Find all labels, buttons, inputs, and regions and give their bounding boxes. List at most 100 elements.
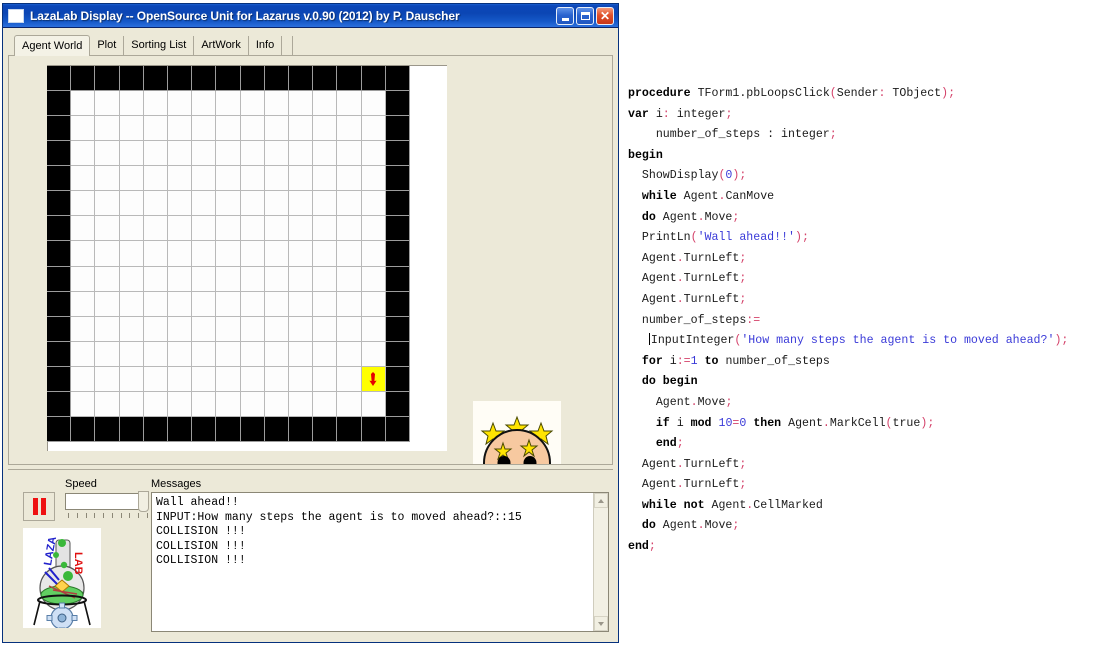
grid-cell[interactable] xyxy=(216,366,241,392)
grid-cell-wall[interactable] xyxy=(216,66,241,92)
grid-cell[interactable] xyxy=(313,116,338,142)
grid-cell[interactable] xyxy=(119,266,144,292)
grid-cell[interactable] xyxy=(264,241,289,267)
grid-cell[interactable] xyxy=(95,91,120,117)
grid-cell[interactable] xyxy=(361,141,386,167)
grid-cell-wall[interactable] xyxy=(385,316,410,342)
grid-cell-wall[interactable] xyxy=(264,66,289,92)
grid-cell-wall[interactable] xyxy=(192,66,217,92)
grid-cell[interactable] xyxy=(313,366,338,392)
grid-cell[interactable] xyxy=(361,241,386,267)
grid-cell[interactable] xyxy=(289,116,314,142)
tab-agent-world[interactable]: Agent World xyxy=(14,35,91,56)
grid-cell[interactable] xyxy=(143,141,168,167)
grid-cell[interactable] xyxy=(119,391,144,417)
grid-cell-wall[interactable] xyxy=(119,416,144,442)
grid-cell-wall[interactable] xyxy=(47,341,72,367)
grid-cell[interactable] xyxy=(361,341,386,367)
grid-cell[interactable] xyxy=(71,191,96,217)
grid-cell[interactable] xyxy=(313,141,338,167)
grid-cell[interactable] xyxy=(240,166,265,192)
grid-cell[interactable] xyxy=(71,241,96,267)
grid-cell[interactable] xyxy=(264,191,289,217)
grid-cell[interactable] xyxy=(119,116,144,142)
grid-cell[interactable] xyxy=(337,341,362,367)
grid-cell[interactable] xyxy=(168,166,193,192)
grid-cell[interactable] xyxy=(71,291,96,317)
grid-cell[interactable] xyxy=(313,341,338,367)
grid-cell[interactable] xyxy=(95,316,120,342)
grid-cell[interactable] xyxy=(240,216,265,242)
grid-cell-wall[interactable] xyxy=(385,191,410,217)
grid-cell-wall[interactable] xyxy=(264,416,289,442)
grid-cell-wall[interactable] xyxy=(47,116,72,142)
grid-cell[interactable] xyxy=(216,291,241,317)
grid-cell[interactable] xyxy=(95,266,120,292)
grid-cell[interactable] xyxy=(313,166,338,192)
grid-cell[interactable] xyxy=(95,166,120,192)
grid-cell[interactable] xyxy=(337,191,362,217)
grid-cell[interactable] xyxy=(313,391,338,417)
messages-scrollbar[interactable] xyxy=(593,493,608,631)
grid-cell[interactable] xyxy=(313,241,338,267)
grid-cell[interactable] xyxy=(71,266,96,292)
grid-cell[interactable] xyxy=(216,241,241,267)
grid-cell[interactable] xyxy=(95,191,120,217)
grid-cell-wall[interactable] xyxy=(240,66,265,92)
grid-cell-wall[interactable] xyxy=(143,416,168,442)
grid-cell[interactable] xyxy=(168,116,193,142)
grid-cell[interactable] xyxy=(71,116,96,142)
grid-cell[interactable] xyxy=(337,266,362,292)
grid-cell[interactable] xyxy=(216,91,241,117)
grid-cell[interactable] xyxy=(289,366,314,392)
grid-cell[interactable] xyxy=(71,341,96,367)
grid-cell-wall[interactable] xyxy=(47,366,72,392)
grid-cell[interactable] xyxy=(95,391,120,417)
grid-cell-wall[interactable] xyxy=(95,66,120,92)
grid-cell[interactable] xyxy=(119,316,144,342)
grid-cell[interactable] xyxy=(313,91,338,117)
grid-cell[interactable] xyxy=(313,316,338,342)
grid-cell-wall[interactable] xyxy=(47,191,72,217)
grid-cell[interactable] xyxy=(95,141,120,167)
grid-cell-wall[interactable] xyxy=(385,291,410,317)
grid-cell-wall[interactable] xyxy=(313,416,338,442)
grid-cell[interactable] xyxy=(192,141,217,167)
tab-info[interactable]: Info xyxy=(248,36,283,55)
grid-cell[interactable] xyxy=(95,366,120,392)
grid-cell[interactable] xyxy=(95,116,120,142)
grid-cell[interactable] xyxy=(337,391,362,417)
grid-cell[interactable] xyxy=(337,366,362,392)
grid-cell[interactable] xyxy=(143,191,168,217)
grid-cell[interactable] xyxy=(337,216,362,242)
grid-cell[interactable] xyxy=(337,316,362,342)
artwork-thumbnail[interactable] xyxy=(473,401,561,464)
grid-cell-wall[interactable] xyxy=(385,166,410,192)
grid-cell[interactable] xyxy=(143,316,168,342)
grid-cell-wall[interactable] xyxy=(385,91,410,117)
grid-cell-wall[interactable] xyxy=(47,216,72,242)
grid-cell-wall[interactable] xyxy=(361,416,386,442)
tab-plot[interactable]: Plot xyxy=(90,36,125,55)
grid-cell-wall[interactable] xyxy=(47,241,72,267)
grid-cell[interactable] xyxy=(361,116,386,142)
grid-cell[interactable] xyxy=(119,91,144,117)
grid-cell[interactable] xyxy=(313,266,338,292)
grid-cell[interactable] xyxy=(119,141,144,167)
grid-cell[interactable] xyxy=(240,116,265,142)
grid-cell[interactable] xyxy=(143,391,168,417)
grid-cell[interactable] xyxy=(143,341,168,367)
grid-cell-wall[interactable] xyxy=(385,416,410,442)
grid-cell[interactable] xyxy=(95,291,120,317)
grid-cell[interactable] xyxy=(95,341,120,367)
grid-cell[interactable] xyxy=(192,91,217,117)
grid-cell[interactable] xyxy=(143,366,168,392)
grid-cell-wall[interactable] xyxy=(168,416,193,442)
close-button[interactable]: ✕ xyxy=(596,6,614,25)
grid-cell[interactable] xyxy=(168,216,193,242)
grid-cell[interactable] xyxy=(289,191,314,217)
grid-cell[interactable] xyxy=(119,291,144,317)
grid-cell-wall[interactable] xyxy=(361,66,386,92)
grid-cell[interactable] xyxy=(313,291,338,317)
grid-cell[interactable] xyxy=(192,116,217,142)
